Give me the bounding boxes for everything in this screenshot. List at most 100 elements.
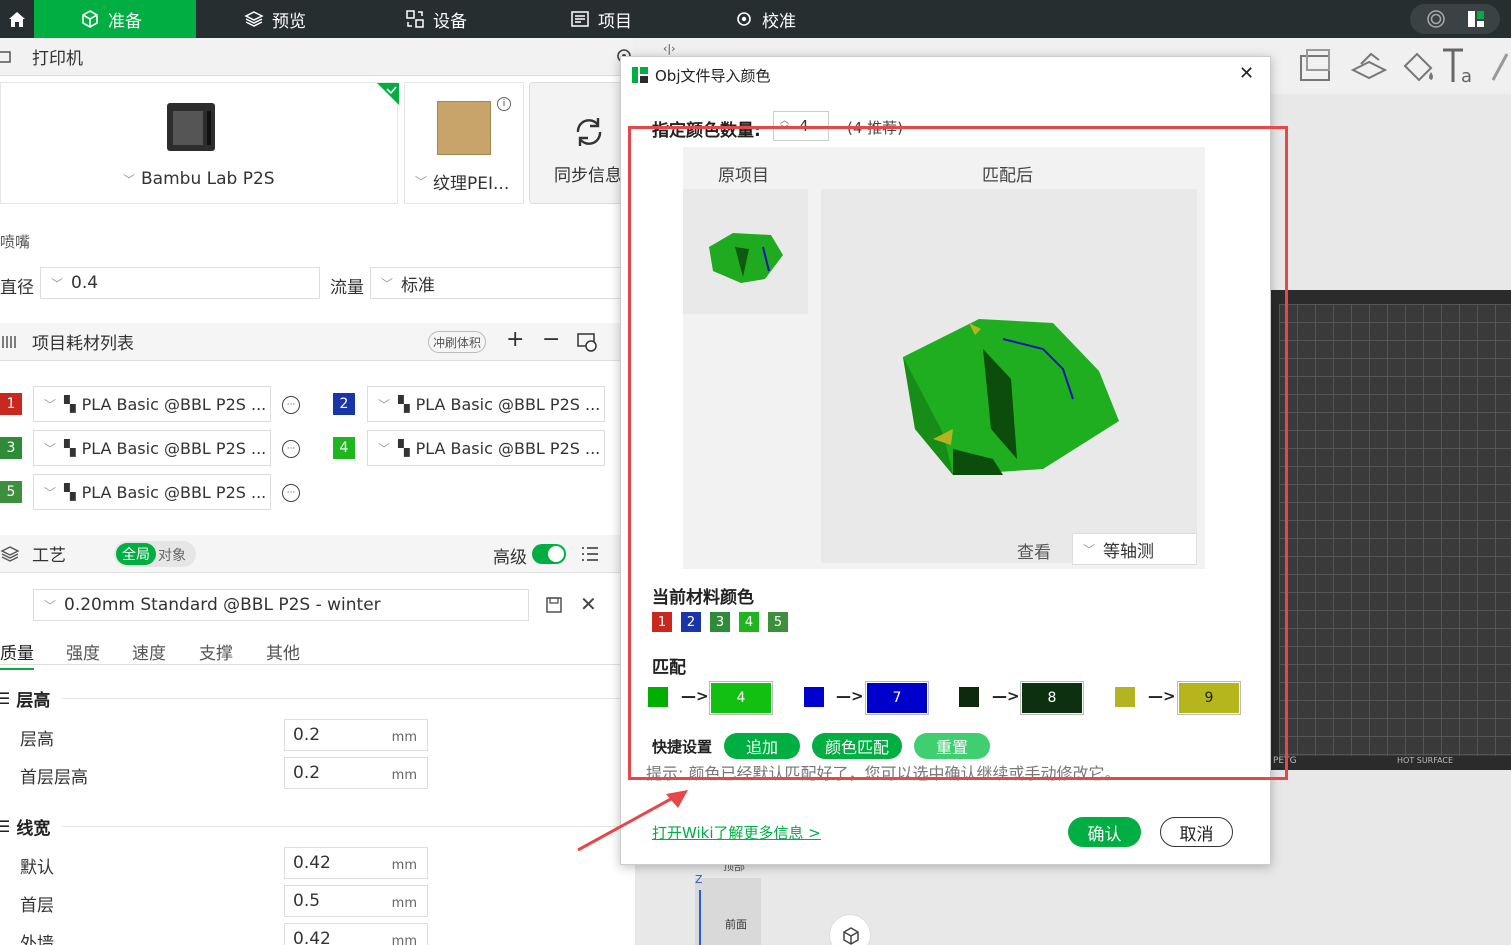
remove-filament-icon[interactable]: − xyxy=(542,327,560,352)
layer-height-input[interactable]: 0.2 mm xyxy=(284,719,428,751)
dialog-title-bar: Obj文件导入颜色 ✕ xyxy=(621,57,1270,93)
cube-icon xyxy=(82,10,98,28)
plate-selector[interactable]: ﹀ 纹理PEI... xyxy=(415,169,509,194)
flow-select[interactable]: ﹀ 标准 xyxy=(370,267,635,299)
plate-image xyxy=(437,101,491,155)
save-icon[interactable] xyxy=(545,596,563,614)
outer-wall-width-input[interactable]: 0.42 mm xyxy=(284,923,428,945)
filament-swatch-5[interactable]: 5 xyxy=(0,481,22,503)
group-divider xyxy=(62,826,635,827)
tab-preview[interactable]: 预览 xyxy=(244,0,306,38)
close-icon[interactable]: ✕ xyxy=(1239,63,1254,84)
more-icon[interactable]: ··· xyxy=(282,396,300,414)
printer-section-header: 打印机 xyxy=(0,38,635,76)
filament-select-5[interactable]: ﹀ ▚ PLA Basic @BBL P2S ... xyxy=(33,474,271,510)
list-icon[interactable] xyxy=(580,545,600,563)
tab-calibrate[interactable]: 校准 xyxy=(734,0,796,38)
info-icon[interactable]: i xyxy=(497,97,511,111)
axis-z-label: Z xyxy=(695,873,703,886)
first-layer-height-input[interactable]: 0.2 mm xyxy=(284,757,428,789)
home-button[interactable] xyxy=(0,0,34,38)
plate-card[interactable]: i ﹀ 纹理PEI... xyxy=(404,82,524,204)
advanced-switch[interactable] xyxy=(532,544,566,564)
subtab-other[interactable]: 其他 xyxy=(266,639,300,664)
first-layer-width-input[interactable]: 0.5 mm xyxy=(284,885,428,917)
filament-swatch-1[interactable]: 1 xyxy=(0,393,22,415)
bambu-logo-icon xyxy=(632,67,648,83)
default-width-label: 默认 xyxy=(20,858,54,878)
filament-swatch-4[interactable]: 4 xyxy=(333,437,355,459)
layer-height-label: 层高 xyxy=(20,730,54,750)
chevron-down-icon: ﹀ xyxy=(44,441,57,456)
selected-corner-check-icon xyxy=(377,83,399,105)
first-layer-width-label: 首层 xyxy=(20,896,54,916)
printer-card[interactable]: ﹀ Bambu Lab P2S xyxy=(0,82,399,204)
global-object-toggle[interactable]: 全局 对象 xyxy=(114,541,196,567)
cancel-button[interactable]: 取消 xyxy=(1160,817,1233,847)
tab-project[interactable]: 项目 xyxy=(570,0,632,38)
subtab-strength[interactable]: 强度 xyxy=(66,639,100,664)
more-icon[interactable]: ··· xyxy=(282,484,300,502)
tab-prepare-label: 准备 xyxy=(108,11,142,32)
top-right-toggle[interactable] xyxy=(1410,4,1500,34)
process-preset-name: 0.20mm Standard @BBL P2S - winter xyxy=(64,595,381,615)
add-filament-icon[interactable]: + xyxy=(506,327,524,352)
default-width-input[interactable]: 0.42 mm xyxy=(284,847,428,879)
chevron-down-icon: ﹀ xyxy=(381,276,394,291)
tab-calibrate-label: 校准 xyxy=(762,11,796,32)
line-width-group: ☰ 线宽 xyxy=(0,814,50,839)
project-icon xyxy=(571,11,589,27)
subtab-support[interactable]: 支撑 xyxy=(199,639,233,664)
filament-select-2[interactable]: ﹀ ▚ PLA Basic @BBL P2S ... xyxy=(367,386,605,422)
unit-label: mm xyxy=(391,768,417,783)
line-width-group-title: 线宽 xyxy=(16,819,51,839)
close-icon[interactable]: ✕ xyxy=(580,592,597,616)
bambu-logo-icon: ▚ xyxy=(64,483,76,501)
filament-select-4[interactable]: ﹀ ▚ PLA Basic @BBL P2S ... xyxy=(367,430,605,466)
subtab-speed[interactable]: 速度 xyxy=(132,639,166,664)
flow-value: 标准 xyxy=(401,275,436,296)
toggle-global[interactable]: 全局 xyxy=(116,543,156,565)
highlight-annotation-box xyxy=(628,126,1288,780)
filament-select-3[interactable]: ﹀ ▚ PLA Basic @BBL P2S ... xyxy=(33,430,271,466)
home-icon xyxy=(9,12,25,27)
filament-name-3: PLA Basic @BBL P2S ... xyxy=(81,438,267,458)
layer-tool-icon[interactable] xyxy=(1349,46,1389,86)
sync-icon xyxy=(576,118,602,146)
text-tool-icon[interactable]: a xyxy=(1439,44,1479,88)
ok-button[interactable]: 确认 xyxy=(1068,817,1141,847)
tab-device[interactable]: 设备 xyxy=(405,0,467,38)
process-preset-select[interactable]: ﹀ 0.20mm Standard @BBL P2S - winter xyxy=(33,589,529,621)
toggle-object[interactable]: 对象 xyxy=(158,545,186,565)
diameter-select[interactable]: ﹀ 0.4 xyxy=(40,267,320,299)
diameter-label: 直径 xyxy=(0,278,34,298)
settings-sidebar: 打印机 ﹀ Bambu Lab P2S i ﹀ 纹理PEI... 同步信息 喷嘴… xyxy=(0,38,635,945)
flush-volume-button[interactable]: 冲刷体积 xyxy=(428,331,487,353)
filament-swatch-3[interactable]: 3 xyxy=(0,437,22,459)
split-tool-icon[interactable] xyxy=(1295,46,1335,86)
advanced-label: 高级 xyxy=(493,548,527,568)
filament-sync-icon[interactable] xyxy=(576,331,598,353)
subtab-quality[interactable]: 质量 xyxy=(0,639,34,670)
printer-name: Bambu Lab P2S xyxy=(141,169,275,189)
bambu-logo-icon: ▚ xyxy=(398,395,410,413)
filament-swatch-2[interactable]: 2 xyxy=(333,393,355,415)
paint-tool-icon[interactable] xyxy=(1399,46,1439,86)
unit-label: mm xyxy=(391,934,417,945)
collapse-sidebar-icon[interactable]: ‹|› xyxy=(663,42,676,55)
chevron-down-icon: ﹀ xyxy=(123,172,136,187)
build-plate[interactable]: PETG HOT SURFACE xyxy=(1269,290,1511,770)
layers-icon xyxy=(244,11,264,27)
edge-tool-icon[interactable] xyxy=(1489,46,1511,86)
filament-select-1[interactable]: ﹀ ▚ PLA Basic @BBL P2S ... xyxy=(33,386,271,422)
view-reset-button[interactable] xyxy=(829,914,871,945)
printer-selector[interactable]: ﹀ Bambu Lab P2S xyxy=(123,169,275,189)
more-icon[interactable]: ··· xyxy=(282,440,300,458)
chevron-down-icon: ﹀ xyxy=(44,397,57,412)
filament-name-1: PLA Basic @BBL P2S ... xyxy=(81,394,267,414)
chevron-down-icon: ﹀ xyxy=(51,276,64,291)
unit-label: mm xyxy=(391,896,417,911)
tab-prepare[interactable]: 准备 xyxy=(34,0,196,38)
view-cube[interactable] xyxy=(695,878,761,945)
first-layer-height-label: 首层层高 xyxy=(20,768,88,788)
